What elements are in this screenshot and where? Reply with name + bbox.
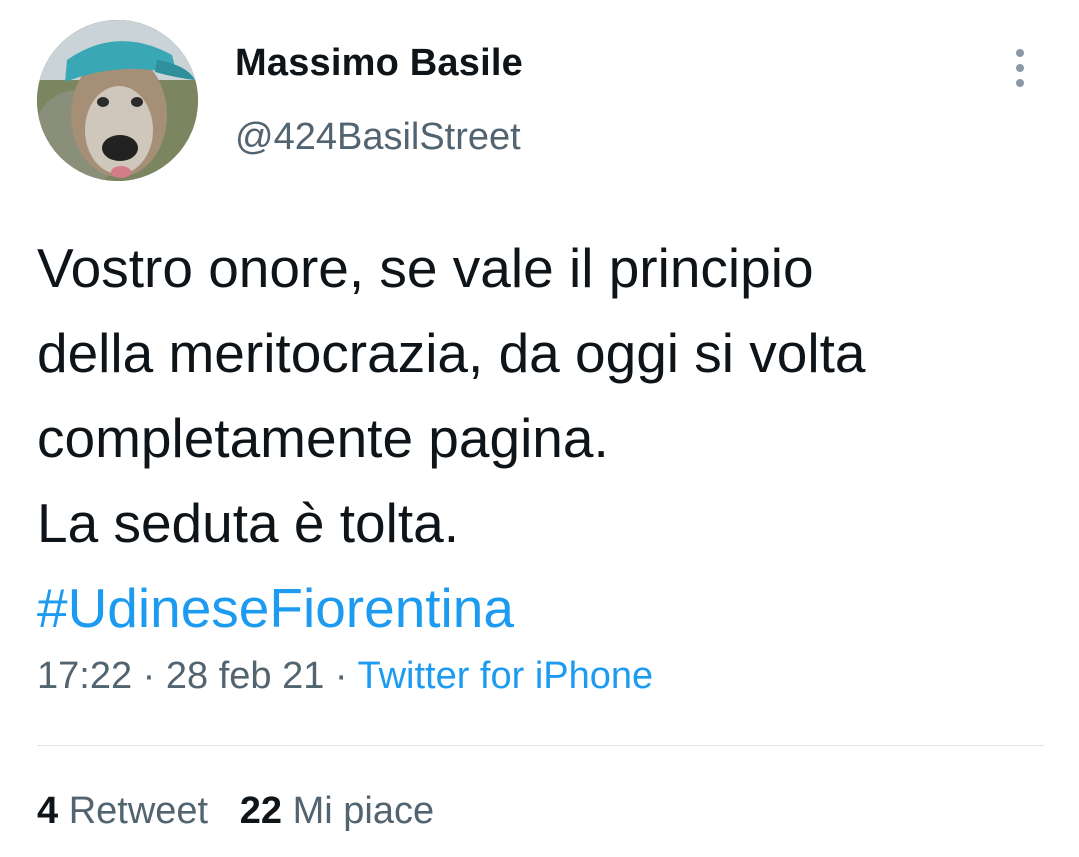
tweet-date[interactable]: 28 feb 21 xyxy=(166,655,324,697)
hashtag-link[interactable]: #UdineseFiorentina xyxy=(37,566,1047,651)
more-options-button[interactable] xyxy=(1004,44,1036,92)
tweet-meta: 17:22 · 28 feb 21 · Twitter for iPhone xyxy=(37,655,653,698)
tweet-time[interactable]: 17:22 xyxy=(37,655,132,697)
retweets-label: Retweet xyxy=(68,790,209,832)
tweet-source-link[interactable]: Twitter for iPhone xyxy=(357,655,653,697)
more-vertical-icon-dot xyxy=(1016,64,1024,72)
retweets-stat[interactable]: 4 Retweet xyxy=(37,790,208,832)
divider xyxy=(37,745,1044,746)
likes-count: 22 xyxy=(239,790,283,832)
dog-with-cap-avatar-icon xyxy=(37,20,198,181)
avatar[interactable] xyxy=(37,20,198,181)
tweet-text: Vostro onore, se vale il principio della… xyxy=(37,226,1047,651)
tweet-line: Vostro onore, se vale il principio xyxy=(37,237,814,299)
meta-separator: · xyxy=(132,655,166,697)
more-vertical-icon xyxy=(1016,49,1024,57)
likes-stat[interactable]: 22 Mi piace xyxy=(240,790,434,832)
tweet-line: La seduta è tolta. xyxy=(37,492,459,554)
display-name[interactable]: Massimo Basile xyxy=(235,42,523,85)
tweet-line: della meritocrazia, da oggi si volta xyxy=(37,322,866,384)
more-vertical-icon-dot xyxy=(1016,79,1024,87)
retweets-count: 4 xyxy=(37,790,59,832)
user-handle[interactable]: @424BasilStreet xyxy=(235,116,521,159)
likes-label: Mi piace xyxy=(292,790,435,832)
tweet-line: completamente pagina. xyxy=(37,407,609,469)
meta-separator: · xyxy=(324,655,358,697)
tweet-stats: 4 Retweet 22 Mi piace xyxy=(37,790,434,833)
